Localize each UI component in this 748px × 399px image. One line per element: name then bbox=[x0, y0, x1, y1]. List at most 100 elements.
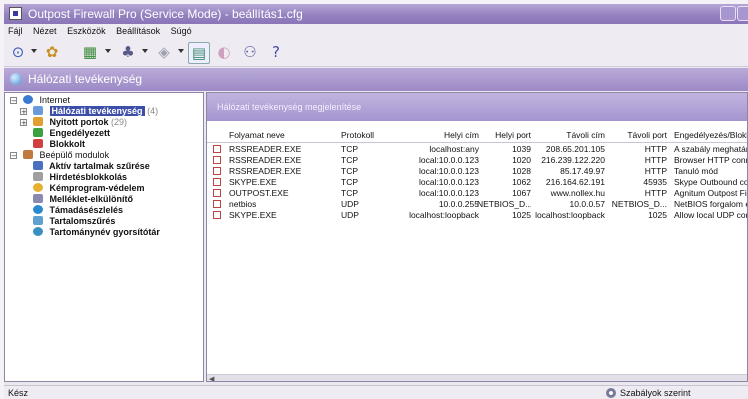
menu-view[interactable]: Nézet bbox=[29, 24, 61, 38]
expand-toggle[interactable]: + bbox=[20, 108, 27, 116]
network-icon[interactable]: ▦ bbox=[80, 42, 100, 62]
column-header-row: Folyamat neve Protokoll Helyi cím Helyi … bbox=[207, 129, 747, 143]
column-header-process[interactable]: Folyamat neve bbox=[229, 129, 285, 142]
cell-protocol: TCP bbox=[341, 166, 358, 176]
table-row[interactable]: SKYPE.EXE TCP local:10.0.0.123 1062 216.… bbox=[207, 177, 747, 188]
toolbar: ⊙ ✿ ▦ ♣ ◈ ▤ ◐ ⚇ ? bbox=[4, 38, 748, 67]
column-header-local-port[interactable]: Helyi port bbox=[477, 129, 531, 142]
cell-local-address: localhost:any bbox=[429, 144, 479, 154]
cell-local-port: 1025 bbox=[512, 210, 531, 220]
cell-protocol: TCP bbox=[341, 144, 358, 154]
expand-toggle[interactable]: + bbox=[20, 119, 27, 127]
tree-item-internet[interactable]: Internet bbox=[23, 95, 70, 106]
globe-icon bbox=[23, 95, 33, 104]
table-row[interactable]: OUTPOST.EXE TCP local:10.0.0.123 1067 ww… bbox=[207, 188, 747, 199]
menu-help[interactable]: Súgó bbox=[167, 24, 196, 38]
status-text: Kész bbox=[8, 388, 29, 398]
column-header-remote-address[interactable]: Távoli cím bbox=[537, 129, 605, 142]
cell-remote-port: HTTP bbox=[644, 188, 667, 198]
network-activity-icon bbox=[33, 106, 43, 115]
minimize-button[interactable] bbox=[720, 6, 736, 21]
cell-remote-port: HTTP bbox=[644, 155, 667, 165]
tree-item-attachments[interactable]: Melléklet-elkülönítő bbox=[33, 194, 133, 205]
table-row[interactable]: RSSREADER.EXE TCP localhost:any 1039 208… bbox=[207, 144, 747, 155]
column-header-protocol[interactable]: Protokoll bbox=[341, 129, 374, 142]
active-content-icon bbox=[33, 161, 43, 170]
cell-local-address: 10.0.0.255 bbox=[438, 199, 479, 209]
table-row[interactable]: RSSREADER.EXE TCP local:10.0.0.123 1020 … bbox=[207, 155, 747, 166]
spyware-icon bbox=[33, 183, 43, 192]
cell-remote-port: NETBIOS_D... bbox=[611, 199, 667, 209]
tree-item-content-filter[interactable]: Tartalomszűrés bbox=[33, 216, 115, 227]
horizontal-scrollbar[interactable]: ◀ bbox=[207, 374, 747, 381]
connections-icon[interactable]: ⚇ bbox=[240, 42, 260, 62]
title-bar[interactable]: Outpost Firewall Pro (Service Mode) - be… bbox=[4, 4, 748, 24]
tree-item-blocked[interactable]: Blokkolt bbox=[33, 139, 85, 150]
menu-tools[interactable]: Eszközök bbox=[63, 24, 110, 38]
chevron-down-icon[interactable] bbox=[31, 49, 37, 53]
table-view-icon[interactable]: ▤ bbox=[188, 42, 210, 64]
table-row[interactable]: RSSREADER.EXE TCP local:10.0.0.123 1028 … bbox=[207, 166, 747, 177]
users-icon[interactable]: ♣ bbox=[118, 42, 138, 62]
tree-item-attack-detection[interactable]: Támadásészlelés bbox=[33, 205, 123, 216]
section-header: Hálózati tevékenység bbox=[4, 68, 748, 91]
cell-local-address: local:10.0.0.123 bbox=[418, 188, 479, 198]
network-activity-icon bbox=[10, 73, 22, 85]
table-row[interactable]: SKYPE.EXE UDP localhost:loopback 1025 lo… bbox=[207, 210, 747, 221]
chevron-down-icon[interactable] bbox=[142, 49, 148, 53]
tree-item-plugins[interactable]: Beépülő modulok bbox=[23, 150, 109, 161]
cell-remote-port: 45935 bbox=[643, 177, 667, 187]
cell-local-address: local:10.0.0.123 bbox=[418, 155, 479, 165]
blocked-icon bbox=[33, 139, 43, 148]
column-header-remote-port[interactable]: Távoli port bbox=[607, 129, 667, 142]
tree-item-open-ports[interactable]: Nyitott portok (29) bbox=[33, 117, 127, 128]
cell-local-address: local:10.0.0.123 bbox=[418, 177, 479, 187]
main-panel: Hálózati tevékenység megjelenítése Folya… bbox=[206, 92, 748, 382]
table-row[interactable]: netbios UDP 10.0.0.255 NETBIOS_D... 10.0… bbox=[207, 199, 747, 210]
process-icon bbox=[213, 167, 221, 175]
tree-item-ad-blocking[interactable]: Hirdetésblokkolás bbox=[33, 172, 127, 183]
cell-protocol: TCP bbox=[341, 188, 358, 198]
chevron-down-icon[interactable] bbox=[178, 49, 184, 53]
tree-item-dns-cache[interactable]: Tartománynév gyorsítótár bbox=[33, 227, 160, 238]
maximize-button[interactable] bbox=[737, 6, 748, 21]
process-icon bbox=[213, 145, 221, 153]
menu-settings[interactable]: Beállítások bbox=[112, 24, 164, 38]
cell-protocol: TCP bbox=[341, 155, 358, 165]
column-header-allow-block[interactable]: Engedélyezés/Blokkol bbox=[674, 129, 747, 142]
menu-bar: Fájl Nézet Eszközök Beállítások Súgó bbox=[4, 24, 748, 38]
cell-remote-address: 208.65.201.105 bbox=[545, 144, 605, 154]
cell-process: RSSREADER.EXE bbox=[229, 155, 302, 165]
cell-local-port: 1020 bbox=[512, 155, 531, 165]
policy-mode[interactable]: Szabályok szerint bbox=[620, 386, 691, 399]
cell-protocol: UDP bbox=[341, 210, 359, 220]
tree-item-network-activity[interactable]: Hálózati tevékenység (4) bbox=[33, 106, 158, 117]
process-icon bbox=[213, 200, 221, 208]
cell-protocol: TCP bbox=[341, 177, 358, 187]
tree-item-spyware[interactable]: Kémprogram-védelem bbox=[33, 183, 145, 194]
plugin-icon[interactable]: ◈ bbox=[154, 42, 174, 62]
collapse-toggle[interactable]: − bbox=[10, 97, 17, 105]
tree-item-allowed[interactable]: Engedélyezett bbox=[33, 128, 110, 139]
collapse-toggle[interactable]: − bbox=[10, 152, 17, 160]
cell-local-port: NETBIOS_D... bbox=[477, 199, 531, 209]
panel-header-title: Hálózati tevékenység megjelenítése bbox=[217, 102, 362, 112]
cell-local-port: 1039 bbox=[512, 144, 531, 154]
whats-this-icon[interactable]: ? bbox=[266, 42, 286, 62]
cell-protocol: UDP bbox=[341, 199, 359, 209]
scroll-left-icon[interactable]: ◀ bbox=[209, 375, 214, 381]
history-icon[interactable]: ◐ bbox=[214, 42, 234, 62]
cell-rule: Allow local UDP conne bbox=[674, 210, 747, 220]
chevron-down-icon[interactable] bbox=[105, 49, 111, 53]
cell-remote-address: 216.239.122.220 bbox=[541, 155, 605, 165]
cell-local-port: 1067 bbox=[512, 188, 531, 198]
cell-local-port: 1062 bbox=[512, 177, 531, 187]
globe-icon[interactable]: ✿ bbox=[42, 42, 62, 62]
cell-rule: A szabály meghatároz bbox=[674, 144, 747, 154]
tree-item-active-content[interactable]: Aktív tartalmak szűrése bbox=[33, 161, 150, 172]
column-header-local-address[interactable]: Helyi cím bbox=[403, 129, 479, 142]
menu-file[interactable]: Fájl bbox=[4, 24, 27, 38]
cell-remote-port: HTTP bbox=[644, 144, 667, 154]
cell-process: SKYPE.EXE bbox=[229, 177, 277, 187]
help-circle-icon[interactable]: ⊙ bbox=[8, 42, 28, 62]
